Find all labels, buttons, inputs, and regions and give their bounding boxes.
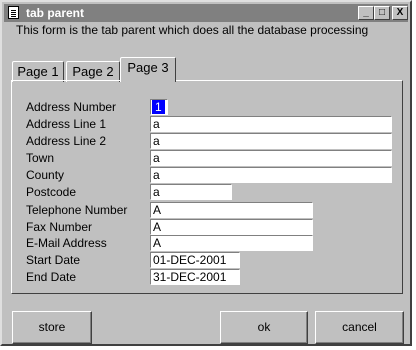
tab-panel (11, 80, 403, 294)
tab-page-2[interactable]: Page 2 (66, 61, 120, 82)
window-title: tab parent (26, 6, 85, 20)
ok-button[interactable]: ok (220, 311, 308, 344)
minimize-button[interactable]: _ (358, 6, 374, 20)
tab-page-1[interactable]: Page 1 (12, 61, 64, 82)
document-icon (8, 6, 19, 19)
cancel-button[interactable]: cancel (315, 311, 404, 344)
store-button[interactable]: store (12, 311, 92, 344)
form-description: This form is the tab parent which does a… (16, 23, 369, 37)
maximize-button[interactable]: □ (374, 6, 390, 20)
title-bar[interactable]: tab parent _ □ X (4, 4, 408, 22)
close-button[interactable]: X (392, 6, 408, 20)
tab-page-3[interactable]: Page 3 (120, 57, 176, 82)
